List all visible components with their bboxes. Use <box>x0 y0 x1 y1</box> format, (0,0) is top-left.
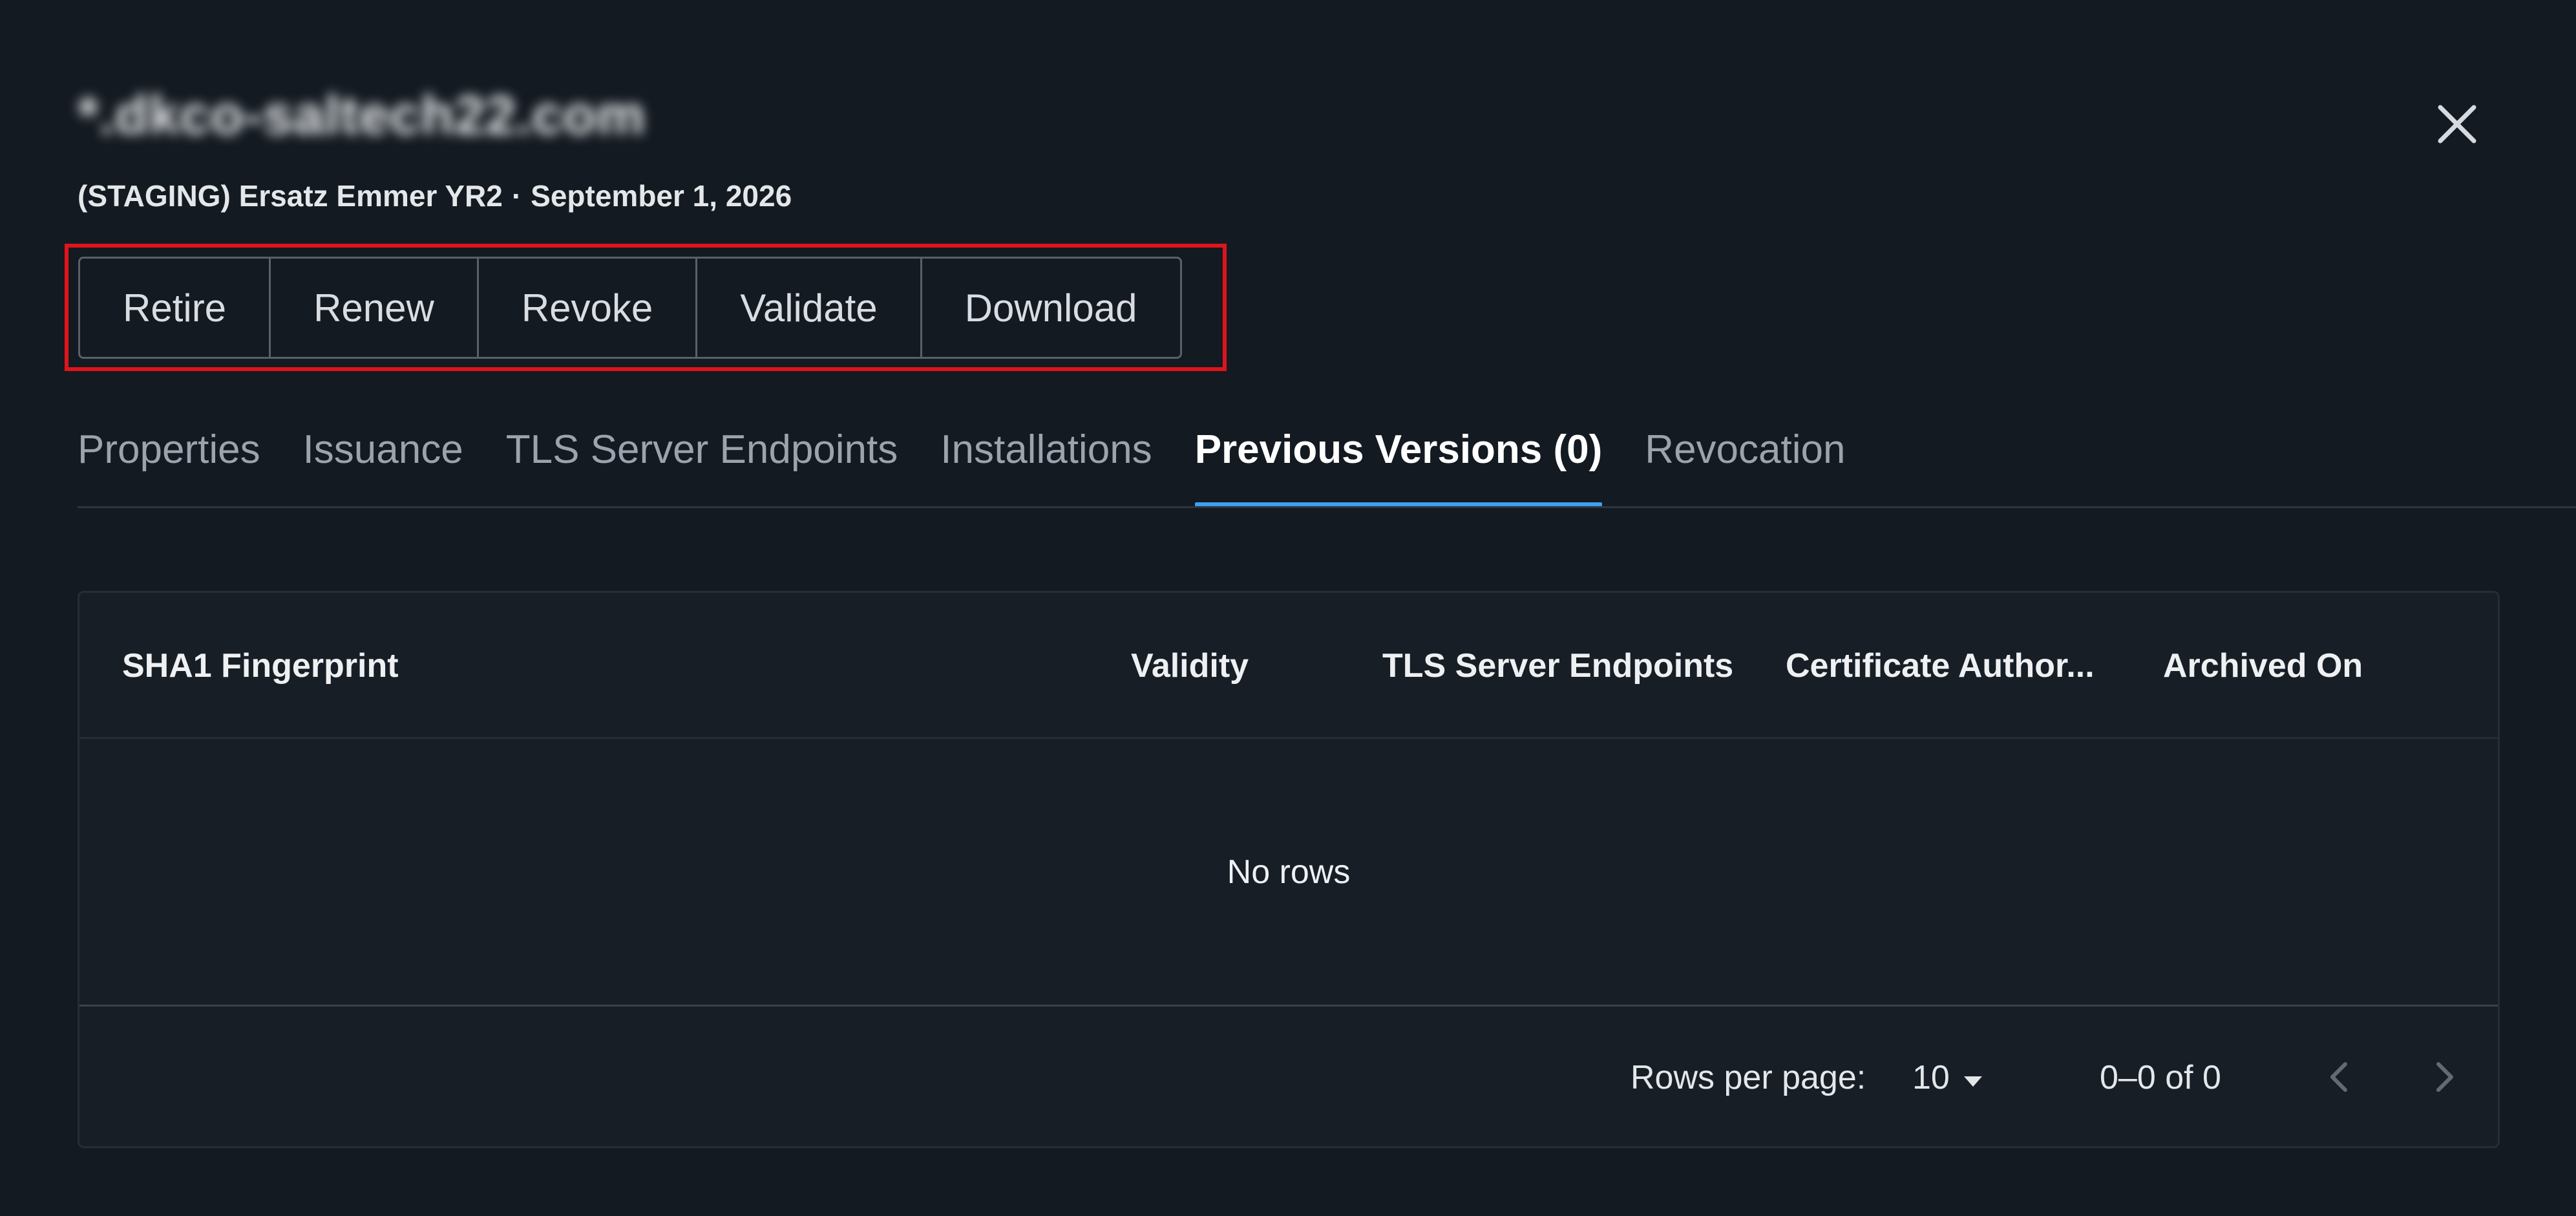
certificate-subtitle: (STAGING) Ersatz Emmer YR2 · September 1, … <box>78 178 792 213</box>
previous-versions-table: SHA1 Fingerprint Validity TLS Server End… <box>78 591 2500 1148</box>
retire-button[interactable]: Retire <box>80 259 271 357</box>
pagination-range: 0–0 of 0 <box>2100 1058 2221 1096</box>
column-header-validity[interactable]: Validity <box>1131 593 1249 739</box>
column-header-tls-server-endpoints[interactable]: TLS Server Endpoints <box>1382 593 1733 739</box>
tabs-divider <box>78 506 2576 508</box>
tab-previous-versions[interactable]: Previous Versions (0) <box>1194 420 1602 507</box>
caret-down-icon <box>1963 1076 1982 1087</box>
empty-table-message: No rows <box>79 739 2498 1007</box>
table-header: SHA1 Fingerprint Validity TLS Server End… <box>79 593 2498 739</box>
rows-per-page-select[interactable]: 10 <box>1912 1008 1986 1146</box>
rows-per-page-label: Rows per page: <box>1631 1058 1866 1096</box>
previous-page-button[interactable] <box>2317 1054 2363 1100</box>
rows-per-page-value: 10 <box>1912 1058 1950 1096</box>
tab-tls-server-endpoints[interactable]: TLS Server Endpoints <box>506 420 898 507</box>
renew-button[interactable]: Renew <box>271 259 479 357</box>
download-button[interactable]: Download <box>922 259 1180 357</box>
revoke-button[interactable]: Revoke <box>479 259 698 357</box>
next-page-button[interactable] <box>2420 1054 2467 1100</box>
action-button-group: Retire Renew Revoke Validate Download <box>78 257 1182 359</box>
certificate-detail-panel: *.dkco-saltech22.com (STAGING) Ersatz Em… <box>0 0 2576 1216</box>
close-button[interactable] <box>2430 97 2484 151</box>
column-header-sha1-fingerprint[interactable]: SHA1 Fingerprint <box>122 593 399 739</box>
chevron-left-icon <box>2330 1062 2347 1092</box>
expiry-date: September 1, 2026 <box>531 179 792 213</box>
chevron-right-icon <box>2436 1062 2453 1092</box>
close-icon <box>2438 105 2476 144</box>
column-header-archived-on[interactable]: Archived On <box>2163 593 2363 739</box>
issuer-name: (STAGING) Ersatz Emmer YR2 <box>78 179 503 213</box>
validate-button[interactable]: Validate <box>697 259 922 357</box>
certificate-title: *.dkco-saltech22.com <box>78 85 646 145</box>
tab-installations[interactable]: Installations <box>940 420 1152 507</box>
detail-tabs: Properties Issuance TLS Server Endpoints… <box>78 420 1888 507</box>
tab-properties[interactable]: Properties <box>78 420 260 507</box>
subtitle-separator: · <box>511 179 522 213</box>
table-pagination: Rows per page: 10 0–0 of 0 <box>79 1008 2498 1146</box>
tab-revocation[interactable]: Revocation <box>1645 420 1845 507</box>
tab-issuance[interactable]: Issuance <box>303 420 463 507</box>
column-header-certificate-authority[interactable]: Certificate Author... <box>1786 593 2095 739</box>
